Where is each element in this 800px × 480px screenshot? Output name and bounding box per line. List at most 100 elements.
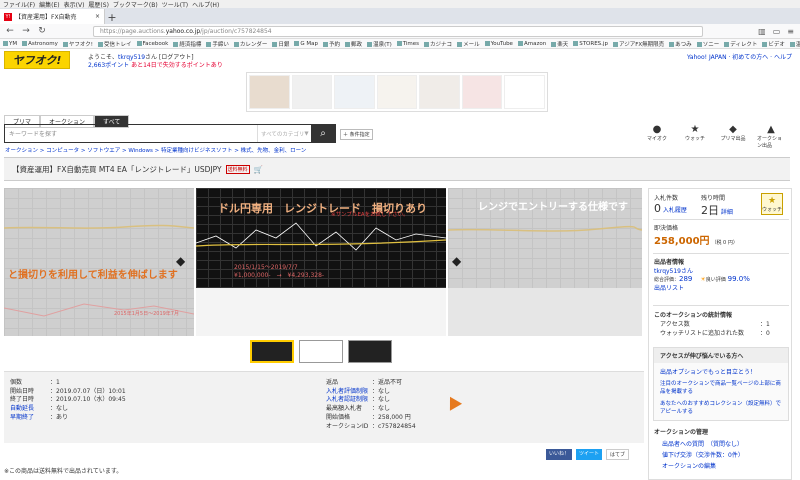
purima-listing-link[interactable]: ◆ プリマ出品 (719, 124, 747, 149)
bookmark-item[interactable]: STORES.jp (573, 40, 608, 47)
bookmark-favicon-icon (233, 41, 239, 47)
auction-listing-link[interactable]: ▲ オークション出品 (757, 124, 785, 149)
bookmark-item[interactable]: 受信トレイ (97, 40, 132, 48)
photo-result: 2015/1/15〜2019/7/7 ¥1,000,000- → ¥4,293,3… (234, 264, 324, 280)
bookmark-item[interactable]: 楽天 (551, 40, 568, 48)
ad-tile[interactable] (291, 75, 333, 109)
bookmark-item[interactable]: アジアFX無期限売 (612, 40, 665, 48)
bookmark-item[interactable]: Amazon (517, 40, 546, 47)
tab-close-icon[interactable]: × (95, 13, 100, 20)
bookmark-item[interactable]: ヤフオク! (62, 40, 93, 48)
bookmark-item[interactable]: YouTube (484, 40, 513, 47)
bookmark-label: メール (463, 41, 480, 48)
watch-button[interactable]: ★ ウォッチ (761, 193, 783, 215)
promo-sub-link[interactable]: 注目のオークションで商品一覧ページの上部に商品を掲載する (654, 378, 788, 396)
manage-title: オークションの管理 (654, 429, 709, 436)
bookmark-item[interactable]: G Map (294, 40, 318, 47)
ad-tile[interactable] (249, 75, 290, 109)
facebook-like-button[interactable]: いいね！ (546, 449, 573, 460)
advanced-search-button[interactable]: ＋ 条件指定 (340, 129, 373, 140)
new-tab-button[interactable]: + (105, 10, 119, 24)
header-links[interactable]: Yahoo! JAPAN · 初めての方へ · ヘルプ (687, 52, 792, 61)
bookmark-item[interactable]: カレンダー (233, 40, 267, 48)
prev-arrow-icon[interactable]: ◆ (452, 254, 461, 268)
question-link[interactable]: 出品者への質問 （質問なし） (654, 439, 788, 450)
app-menu-icon[interactable]: ≡ (787, 27, 794, 36)
price-negotiation-link[interactable]: 値下げ交渉（交渉件数：0件） (654, 450, 788, 461)
bookmark-label: 予約 (329, 41, 341, 48)
forward-button[interactable]: → (21, 26, 31, 36)
rating-value[interactable]: 289 (679, 275, 692, 283)
promo-link[interactable]: 出品オプションでもっと目立とう！ (654, 363, 788, 378)
url-bar[interactable]: https://page.auctions. yahoo.co.jp/jp/auc… (93, 25, 703, 37)
edit-auction-link[interactable]: オークションの編集 (654, 461, 788, 472)
good-rate[interactable]: 99.0% (728, 275, 750, 283)
back-button[interactable]: ← (5, 26, 15, 36)
bookmark-item[interactable]: 日銀 (272, 40, 289, 48)
ad-tile[interactable] (461, 75, 503, 109)
search-input[interactable]: キーワードを探す (5, 125, 257, 142)
bookmark-favicon-icon (173, 41, 179, 47)
detail-value: ：2019.07.10（水）09:45 (50, 396, 126, 404)
bookmark-label: ソニー (702, 41, 720, 48)
buy-now-price: 258,000円 (654, 236, 710, 247)
library-icon[interactable]: ▥ (758, 27, 766, 36)
time-details-link[interactable]: 詳細 (721, 209, 733, 216)
good-label: 良い評価 (705, 277, 726, 283)
item-details: 個数 ：1 開始日時 ：2019.07.07（日）10:01 終了日時 ：2019.07.… (4, 371, 644, 443)
ad-banner[interactable] (246, 72, 548, 112)
bookmark-item[interactable]: 温泉カード (789, 40, 800, 48)
bookmark-item[interactable]: 郵政 (345, 40, 362, 48)
points-count[interactable]: 2,663ポイント (88, 62, 129, 69)
bookmark-item[interactable]: カジナコ (424, 40, 452, 48)
bookmark-item[interactable]: Times (396, 40, 419, 47)
bookmark-item[interactable]: ビデオ (762, 40, 785, 48)
item-photo-2[interactable]: ドル円専用 レンジトレード 損切りあり ※サンプルEAをお試し下さい。 2015… (196, 188, 446, 336)
bookmark-item[interactable]: 経済指標 (173, 40, 201, 48)
bid-history-link[interactable]: 入札履歴 (663, 207, 687, 214)
seller-list-link[interactable]: 出品リスト (654, 283, 750, 292)
next-arrow-icon[interactable]: ◆ (176, 254, 185, 268)
tweet-button[interactable]: ツイート (576, 449, 603, 460)
bookmark-item[interactable]: Astronomy (22, 40, 58, 47)
detail-key[interactable]: 入札者認証制限 (326, 396, 372, 405)
sidebar-icon[interactable]: ▭ (773, 27, 781, 36)
my-auction-link[interactable]: ● マイオク (643, 124, 671, 149)
detail-key[interactable]: 早期終了 (10, 414, 50, 423)
search-button[interactable]: ⌕ (311, 125, 335, 142)
browser-tab[interactable]: Y! 【資産運用】FX自動売 × (0, 9, 105, 24)
bookmark-favicon-icon (272, 41, 278, 47)
bookmark-item[interactable]: ソニー (696, 40, 720, 48)
bookmark-item[interactable]: メール (457, 40, 480, 48)
bookmark-item[interactable]: YM (3, 40, 17, 47)
ad-tile[interactable] (334, 75, 375, 109)
thumbnail[interactable] (348, 340, 392, 363)
promo-sub2-link[interactable]: あなたへのおすすめコレクション（設定無料）でアピールする (654, 396, 788, 418)
ad-tile[interactable] (376, 75, 418, 109)
watch-link[interactable]: ★ ウォッチ (681, 124, 709, 149)
reload-button[interactable]: ↻ (37, 26, 47, 36)
hatena-button[interactable]: はてブ (606, 449, 630, 460)
watch-button-label: ウォッチ (762, 206, 783, 213)
thumbnail[interactable] (250, 340, 294, 363)
bookmark-item[interactable]: ディレクト (724, 40, 757, 48)
item-photo-1[interactable]: と損切りを利用して利益を伸ばします 2015年1月5日〜2019年7月 ◆ (4, 188, 194, 336)
ad-tile[interactable] (504, 75, 546, 109)
item-photo-3[interactable]: レンジでエントリーする仕様です ◆ (448, 188, 642, 336)
ad-tile[interactable] (419, 75, 460, 109)
seller-name[interactable]: tkrqy519さん (654, 266, 750, 275)
bid-count: 0 (654, 202, 661, 215)
thumbnail[interactable] (299, 340, 343, 363)
bookmark-label: アジアFX無期限売 (618, 41, 665, 48)
cart-icon[interactable]: 🛒 (254, 165, 263, 174)
bookmark-item[interactable]: 手締い (206, 40, 229, 48)
bookmark-item[interactable]: 温泉(T) (367, 40, 392, 48)
detail-key[interactable]: 自動延長 (10, 405, 50, 414)
bookmark-item[interactable]: あつみ (669, 40, 692, 48)
bookmark-item[interactable]: 予約 (323, 40, 340, 48)
breadcrumb[interactable]: オークション > コンピュータ > ソフトウエア > Windows > 特定業… (5, 146, 306, 154)
category-select[interactable]: すべてのカテゴリ ▼ (257, 125, 311, 142)
promo-title: アクセスが伸び悩んでいる方へ (654, 348, 788, 363)
yahuoku-logo[interactable]: ヤフオク! (4, 51, 70, 69)
bookmark-item[interactable]: Facebook (136, 40, 168, 47)
